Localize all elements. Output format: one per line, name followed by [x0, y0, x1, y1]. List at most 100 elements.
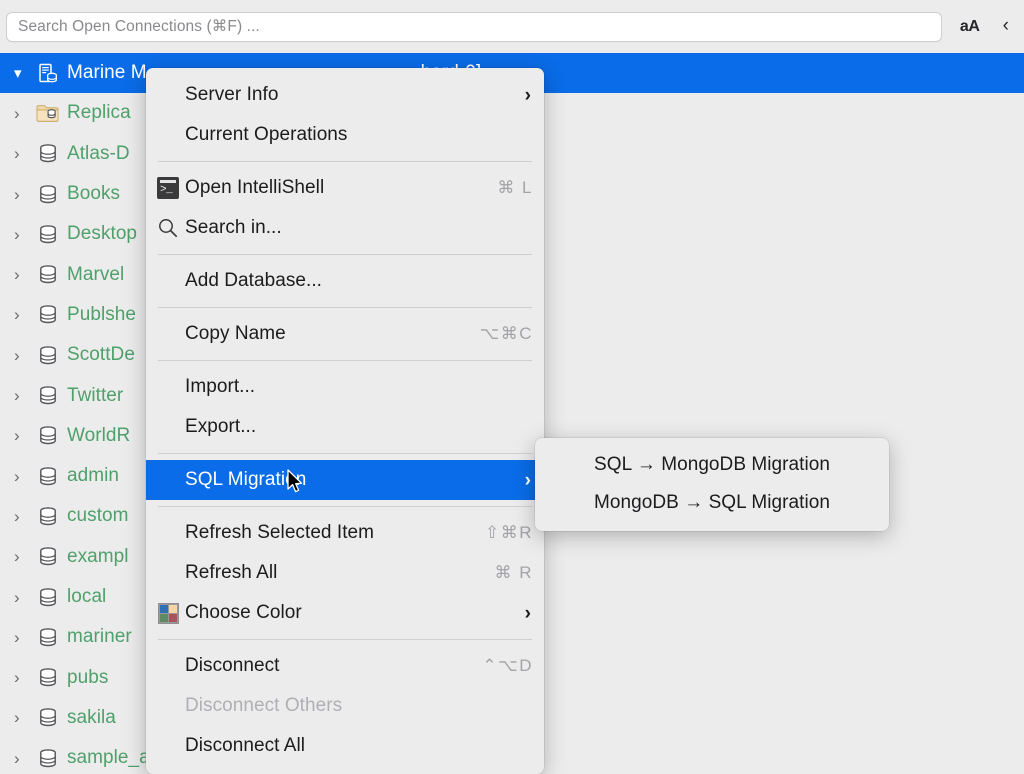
disclosure-triangle-icon[interactable]: ›	[14, 186, 36, 203]
menu-item-search-in[interactable]: Search in...	[146, 208, 544, 248]
menu-item-mongodb-to-sql-migration[interactable]: MongoDB → SQL Migration	[535, 484, 889, 522]
disclosure-triangle-icon[interactable]: ›	[14, 548, 36, 565]
font-size-label: aA	[960, 18, 980, 35]
menu-item-icon-placeholder	[154, 562, 182, 584]
app-window: Search Open Connections (⌘F) ... aA ‹ ▾	[0, 0, 1024, 774]
chevron-right-icon: ›	[525, 471, 533, 490]
menu-item-icon-placeholder	[154, 323, 182, 345]
tree-row-label: Desktop	[67, 223, 137, 245]
menu-separator	[158, 453, 532, 454]
menu-item-server-info[interactable]: Server Info›	[146, 75, 544, 115]
tree-row-label: pubs	[67, 667, 108, 689]
database-icon	[36, 425, 60, 447]
font-size-button[interactable]: aA	[956, 16, 984, 38]
menu-item-label: Import...	[185, 376, 255, 398]
disclosure-triangle-icon[interactable]: ›	[14, 750, 36, 767]
menu-item-shortcut: ⌘ L	[497, 178, 533, 198]
tree-row-label: exampl	[67, 546, 129, 568]
menu-item-sql-migration[interactable]: SQL Migration ›	[146, 460, 544, 500]
menu-item-label: Disconnect Others	[185, 695, 342, 717]
disclosure-triangle-icon[interactable]: ›	[14, 427, 36, 444]
menu-item-label: Add Database...	[185, 270, 322, 292]
menu-item-label: Export...	[185, 416, 256, 438]
disclosure-triangle-icon[interactable]: ›	[14, 306, 36, 323]
menu-item-label: Copy Name	[185, 323, 286, 345]
menu-item-icon-placeholder	[154, 376, 182, 398]
menu-item-icon-placeholder	[154, 695, 182, 717]
menu-item-choose-color[interactable]: Choose Color ›	[146, 593, 544, 633]
disclosure-triangle-icon[interactable]: ▾	[14, 66, 36, 81]
search-placeholder: Search Open Connections (⌘F) ...	[18, 17, 260, 36]
disclosure-triangle-icon[interactable]: ›	[14, 629, 36, 646]
menu-item-export[interactable]: Export...	[146, 407, 544, 447]
chevron-right-icon: ›	[525, 604, 533, 623]
menu-item-open-intellishell[interactable]: >_Open IntelliShell⌘ L	[146, 168, 544, 208]
menu-item-refresh-selected-item[interactable]: Refresh Selected Item ⇧⌘R	[146, 513, 544, 553]
menu-item-add-database[interactable]: Add Database...	[146, 261, 544, 301]
menu-item-label: Choose Color	[185, 602, 302, 624]
database-icon	[36, 465, 60, 487]
menu-item-shortcut: ⇧⌘R	[485, 523, 533, 543]
database-icon	[36, 667, 60, 689]
database-icon	[36, 385, 60, 407]
context-menu[interactable]: Server Info›Current Operations>_Open Int…	[146, 68, 544, 774]
menu-item-icon-placeholder	[154, 270, 182, 292]
context-menu-items: Server Info›Current Operations>_Open Int…	[146, 75, 544, 766]
disclosure-triangle-icon[interactable]: ›	[14, 266, 36, 283]
menu-item-icon-placeholder	[154, 522, 182, 544]
menu-item-shortcut: ⌃⌥D	[482, 656, 533, 676]
menu-item-icon-placeholder	[154, 416, 182, 438]
menu-item-shortcut: ⌘ R	[495, 563, 534, 583]
tree-row-label: admin	[67, 465, 119, 487]
disclosure-triangle-icon[interactable]: ›	[14, 145, 36, 162]
database-icon	[36, 505, 60, 527]
menu-item-disconnect-all[interactable]: Disconnect All	[146, 726, 544, 766]
menu-item-label: Disconnect	[185, 655, 280, 677]
disclosure-triangle-icon[interactable]: ›	[14, 508, 36, 525]
disclosure-triangle-icon[interactable]: ›	[14, 226, 36, 243]
search-input[interactable]: Search Open Connections (⌘F) ...	[6, 12, 942, 42]
menu-item-refresh-all[interactable]: Refresh All ⌘ R	[146, 553, 544, 593]
menu-item-icon-placeholder	[154, 469, 182, 491]
sql-migration-submenu[interactable]: SQL → MongoDB Migration MongoDB → SQL Mi…	[535, 438, 889, 531]
menu-item-copy-name[interactable]: Copy Name⌥⌘C	[146, 314, 544, 354]
menu-separator	[158, 161, 532, 162]
menu-item-label: Open IntelliShell	[185, 177, 324, 199]
menu-item-icon-placeholder	[154, 735, 182, 757]
menu-item-label: Current Operations	[185, 124, 347, 146]
menu-separator	[158, 254, 532, 255]
database-icon	[36, 143, 60, 165]
menu-item-sql-to-mongodb-migration[interactable]: SQL → MongoDB Migration	[535, 446, 889, 484]
database-icon	[36, 586, 60, 608]
tree-row-label: mariner	[67, 626, 132, 648]
menu-separator	[158, 506, 532, 507]
menu-item-import[interactable]: Import...	[146, 367, 544, 407]
menu-item-disconnect[interactable]: Disconnect ⌃⌥D	[146, 646, 544, 686]
menu-item-label: Refresh All	[185, 562, 277, 584]
search-icon	[154, 217, 182, 239]
tree-row-label: local	[67, 586, 106, 608]
disclosure-triangle-icon[interactable]: ›	[14, 347, 36, 364]
menu-separator	[158, 360, 532, 361]
disclosure-triangle-icon[interactable]: ›	[14, 387, 36, 404]
tree-row-label: Marvel	[67, 264, 124, 286]
menu-item-label: SQL Migration	[185, 469, 306, 491]
menu-item-label: Refresh Selected Item	[185, 522, 374, 544]
disclosure-triangle-icon[interactable]: ›	[14, 589, 36, 606]
menu-separator	[158, 307, 532, 308]
database-icon	[36, 264, 60, 286]
collapse-panel-button[interactable]: ‹	[998, 15, 1014, 38]
menu-item-label: SQL → MongoDB Migration	[594, 454, 830, 476]
tree-row-label: Replica	[67, 102, 131, 124]
disclosure-triangle-icon[interactable]: ›	[14, 669, 36, 686]
menu-item-icon-placeholder	[154, 84, 182, 106]
disclosure-triangle-icon[interactable]: ›	[14, 468, 36, 485]
color-swatch-icon	[154, 602, 182, 624]
tree-row-server-label-left: Marine M	[67, 62, 147, 84]
menu-item-current-operations[interactable]: Current Operations	[146, 115, 544, 155]
menu-item-disconnect-others: Disconnect Others	[146, 686, 544, 726]
tree-row-label: sakila	[67, 707, 116, 729]
menu-item-icon-placeholder	[154, 124, 182, 146]
disclosure-triangle-icon[interactable]: ›	[14, 105, 36, 122]
disclosure-triangle-icon[interactable]: ›	[14, 709, 36, 726]
